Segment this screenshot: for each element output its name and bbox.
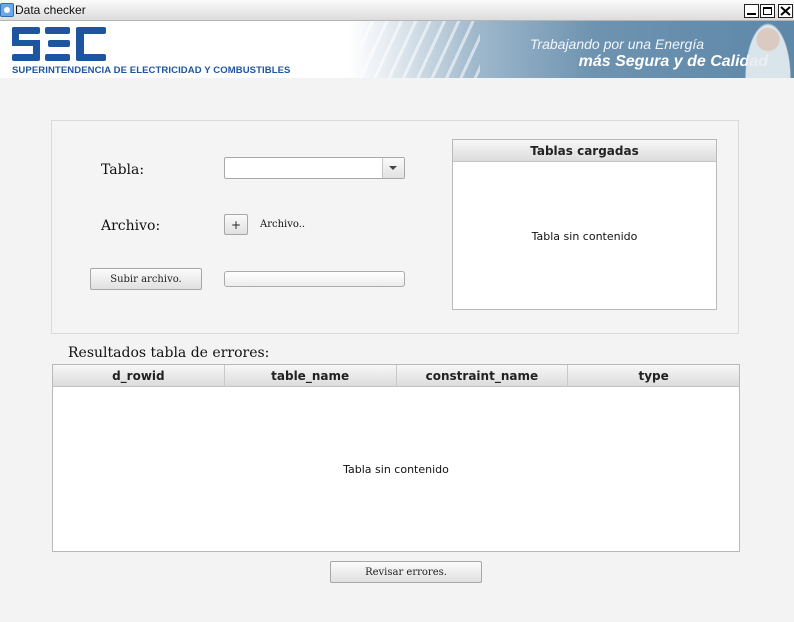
organization-name: SUPERINTENDENCIA DE ELECTRICIDAD Y COMBU… (12, 65, 291, 76)
errors-table[interactable]: d_rowid table_name constraint_name type Tab… (52, 364, 740, 552)
maximize-button[interactable] (760, 4, 775, 18)
header-banner: SUPERINTENDENCIA DE ELECTRICIDAD Y COMBU… (0, 21, 794, 78)
results-title: Resultados tabla de errores: (68, 345, 270, 361)
errors-table-header: d_rowid table_name constraint_name type (53, 365, 739, 387)
minimize-button[interactable] (744, 4, 759, 18)
table-select[interactable] (224, 157, 405, 179)
upload-panel: Tabla: Archivo: + Archivo.. Subir archiv… (51, 120, 739, 334)
slogan-line-1: Trabajando por una Energía (529, 36, 704, 52)
loaded-tables-empty-message: Tabla sin contenido (531, 230, 638, 243)
banner-decoration (360, 21, 480, 78)
check-errors-button[interactable]: Revisar errores. (330, 561, 482, 583)
sec-logo (12, 27, 106, 61)
errors-table-empty-message: Tabla sin contenido (343, 463, 449, 476)
chevron-down-icon[interactable] (382, 158, 404, 178)
table-label: Tabla: (101, 162, 145, 178)
loaded-tables-header[interactable]: Tablas cargadas (453, 140, 716, 162)
file-label: Archivo: (101, 218, 161, 234)
window-titlebar: Data checker (0, 0, 794, 21)
slogan-line-2: más Segura y de Calidad (578, 53, 768, 70)
upload-file-button[interactable]: Subir archivo. (90, 268, 202, 290)
file-name: Archivo.. (260, 219, 306, 230)
loaded-tables-table[interactable]: Tablas cargadas Tabla sin contenido (452, 139, 717, 310)
column-header-type[interactable]: type (568, 365, 739, 387)
add-file-button[interactable]: + (224, 214, 248, 235)
close-icon (780, 6, 791, 16)
window-title: Data checker (15, 3, 86, 17)
column-header-table-name[interactable]: table_name (224, 365, 397, 387)
app-icon (0, 3, 14, 17)
column-header-d-rowid[interactable]: d_rowid (53, 365, 225, 387)
close-button[interactable] (778, 4, 793, 18)
column-header-constraint-name[interactable]: constraint_name (396, 365, 569, 387)
banner-photo (745, 23, 791, 78)
upload-progress-bar (224, 271, 405, 287)
